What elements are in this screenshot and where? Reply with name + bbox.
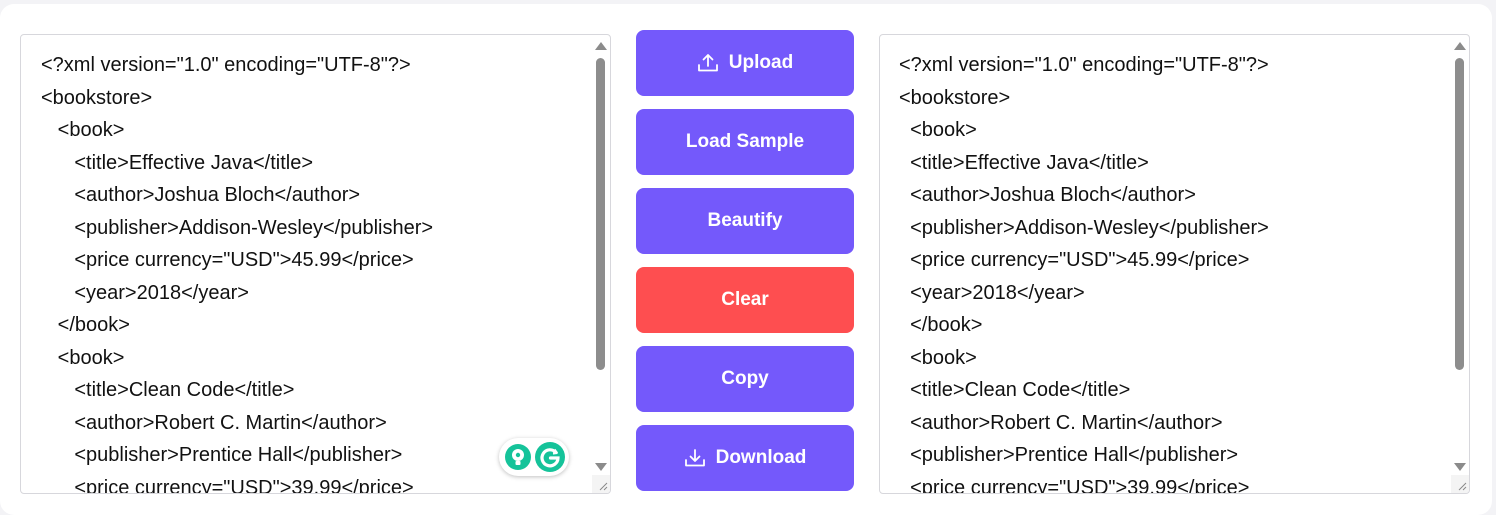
input-line: <bookstore> (41, 86, 153, 109)
input-line: <publisher>Addison-Wesley</publisher> (41, 216, 434, 239)
output-line: <publisher>Prentice Hall</publisher> (899, 444, 1239, 466)
input-line: <publisher>Prentice Hall</publisher> (41, 444, 403, 466)
output-resize-handle[interactable] (1451, 475, 1469, 493)
output-line: </book> (899, 314, 983, 336)
input-line: <year>2018</year> (41, 281, 249, 304)
beautify-button-label: Beautify (707, 210, 783, 231)
input-resize-handle[interactable] (592, 475, 610, 493)
scroll-thumb[interactable] (596, 58, 605, 370)
output-lines: <?xml version="1.0" encoding="UTF-8"?> <… (899, 49, 1269, 493)
output-line: <author>Joshua Bloch</author> (899, 184, 1196, 206)
output-line: <price currency="USD">39.99</price> (899, 476, 1250, 494)
beautify-button[interactable]: Beautify (636, 188, 854, 254)
input-line: <?xml version="1.0" encoding="UTF-8"?> (41, 54, 411, 76)
load-sample-button[interactable]: Load Sample (636, 109, 854, 175)
copy-button-label: Copy (721, 368, 769, 389)
download-button-label: Download (715, 447, 807, 468)
input-lines: <?xml version="1.0" encoding="UTF-8"?> <… (41, 49, 433, 493)
grammarly-suggestion-icon[interactable] (505, 444, 531, 470)
scroll-down-arrow-icon[interactable] (595, 463, 607, 471)
scroll-down-arrow-icon[interactable] (1454, 463, 1466, 471)
input-line: <price currency="USD">45.99</price> (41, 249, 414, 271)
output-line: <book> (899, 346, 977, 369)
output-line: <title>Effective Java</title> (899, 151, 1149, 174)
scroll-thumb[interactable] (1455, 58, 1464, 370)
input-line: <author>Robert C. Martin</author> (41, 411, 387, 434)
xml-formatter-card: <?xml version="1.0" encoding="UTF-8"?> <… (0, 4, 1492, 515)
input-scrollbar[interactable] (592, 35, 610, 475)
upload-button[interactable]: Upload (636, 30, 854, 96)
grammarly-logo-icon[interactable] (535, 442, 565, 472)
output-line: <?xml version="1.0" encoding="UTF-8"?> (899, 54, 1269, 76)
input-textarea[interactable]: <?xml version="1.0" encoding="UTF-8"?> <… (21, 35, 592, 493)
resize-grip-icon (1458, 482, 1467, 491)
output-line: <year>2018</year> (899, 281, 1085, 304)
clear-button[interactable]: Clear (636, 267, 854, 333)
grammarly-widget[interactable] (499, 438, 569, 476)
upload-icon (697, 54, 718, 72)
input-line: </book> (41, 314, 130, 336)
input-line: <title>Clean Code</title> (41, 379, 295, 401)
download-button[interactable]: Download (636, 425, 854, 491)
output-line: <author>Robert C. Martin</author> (899, 411, 1223, 434)
output-line: <book> (899, 119, 977, 141)
input-line: <author>Joshua Bloch</author> (41, 184, 361, 206)
input-editor[interactable]: <?xml version="1.0" encoding="UTF-8"?> <… (20, 34, 611, 494)
output-line: <publisher>Addison-Wesley</publisher> (899, 216, 1269, 239)
download-icon (684, 449, 705, 467)
input-line: <book> (41, 119, 125, 141)
input-line: <book> (41, 346, 125, 369)
scroll-up-arrow-icon[interactable] (1454, 42, 1466, 50)
clear-button-label: Clear (721, 289, 769, 310)
output-scrollbar[interactable] (1451, 35, 1469, 475)
output-line: <price currency="USD">45.99</price> (899, 249, 1250, 271)
upload-button-label: Upload (728, 52, 794, 73)
input-line: <title>Effective Java</title> (41, 151, 314, 174)
scroll-up-arrow-icon[interactable] (595, 42, 607, 50)
output-editor[interactable]: <?xml version="1.0" encoding="UTF-8"?> <… (879, 34, 1470, 494)
output-line: <title>Clean Code</title> (899, 379, 1131, 401)
output-textarea[interactable]: <?xml version="1.0" encoding="UTF-8"?> <… (880, 35, 1451, 493)
load-sample-button-label: Load Sample (685, 131, 805, 152)
output-line: <bookstore> (899, 86, 1011, 109)
copy-button[interactable]: Copy (636, 346, 854, 412)
resize-grip-icon (599, 482, 608, 491)
input-line: <price currency="USD">39.99</price> (41, 476, 414, 494)
